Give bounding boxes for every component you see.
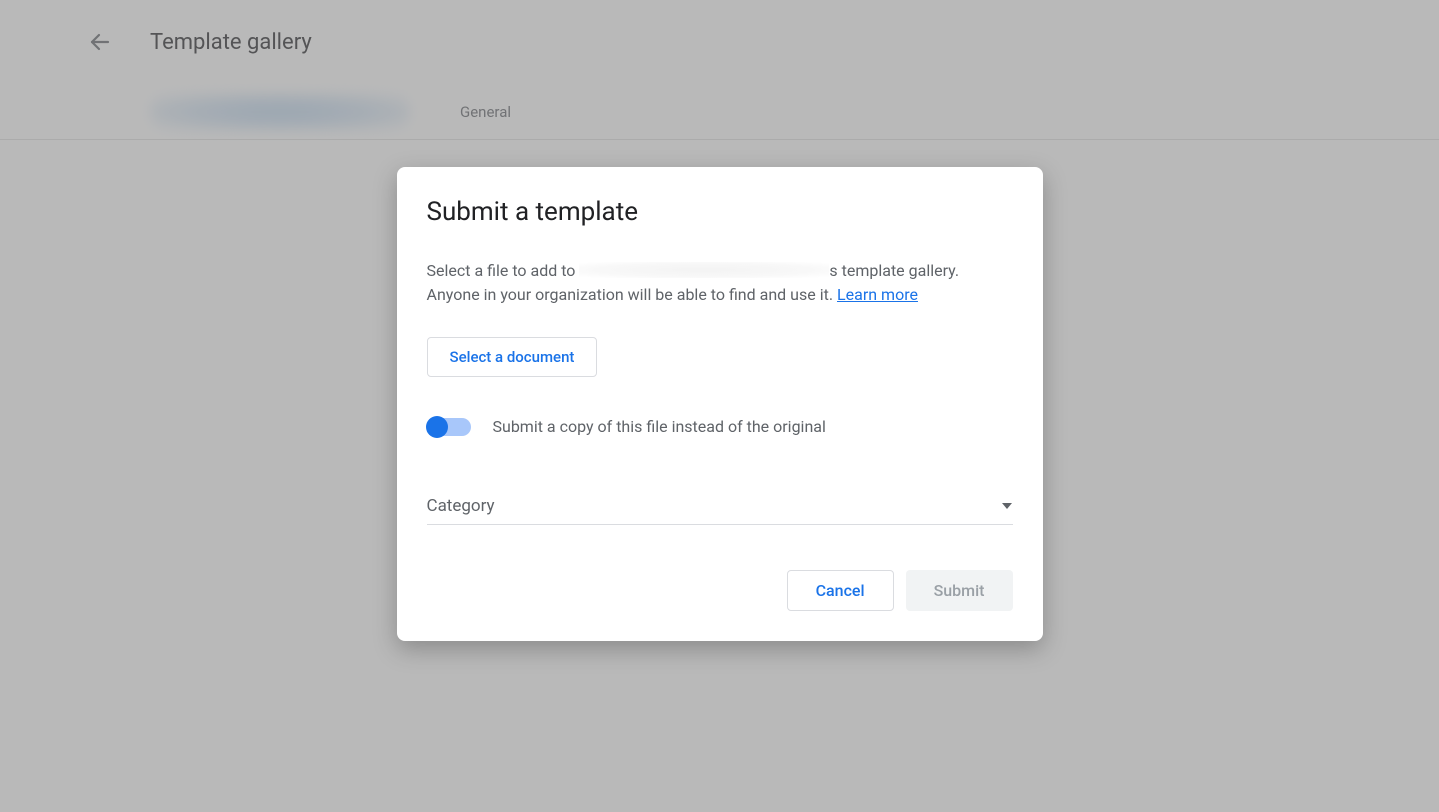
category-label: Category	[427, 496, 495, 516]
submit-template-modal: Submit a template Select a file to add t…	[397, 167, 1043, 641]
modal-overlay: Submit a template Select a file to add t…	[0, 0, 1439, 812]
modal-title: Submit a template	[427, 197, 1013, 227]
toggle-knob	[426, 416, 448, 438]
desc-prefix: Select a file to add to	[427, 261, 580, 280]
submit-button[interactable]: Submit	[906, 570, 1013, 611]
toggle-label: Submit a copy of this file instead of th…	[493, 417, 826, 436]
modal-actions: Cancel Submit	[427, 570, 1013, 611]
toggle-row: Submit a copy of this file instead of th…	[427, 417, 1013, 436]
redacted-org-name-inline	[579, 262, 829, 278]
chevron-down-icon	[1001, 497, 1013, 516]
category-dropdown[interactable]: Category	[427, 496, 1013, 525]
cancel-button[interactable]: Cancel	[787, 570, 894, 611]
submit-copy-toggle[interactable]	[427, 418, 471, 436]
select-document-button[interactable]: Select a document	[427, 337, 598, 377]
modal-description: Select a file to add to s template galle…	[427, 259, 1013, 307]
learn-more-link[interactable]: Learn more	[837, 285, 918, 304]
